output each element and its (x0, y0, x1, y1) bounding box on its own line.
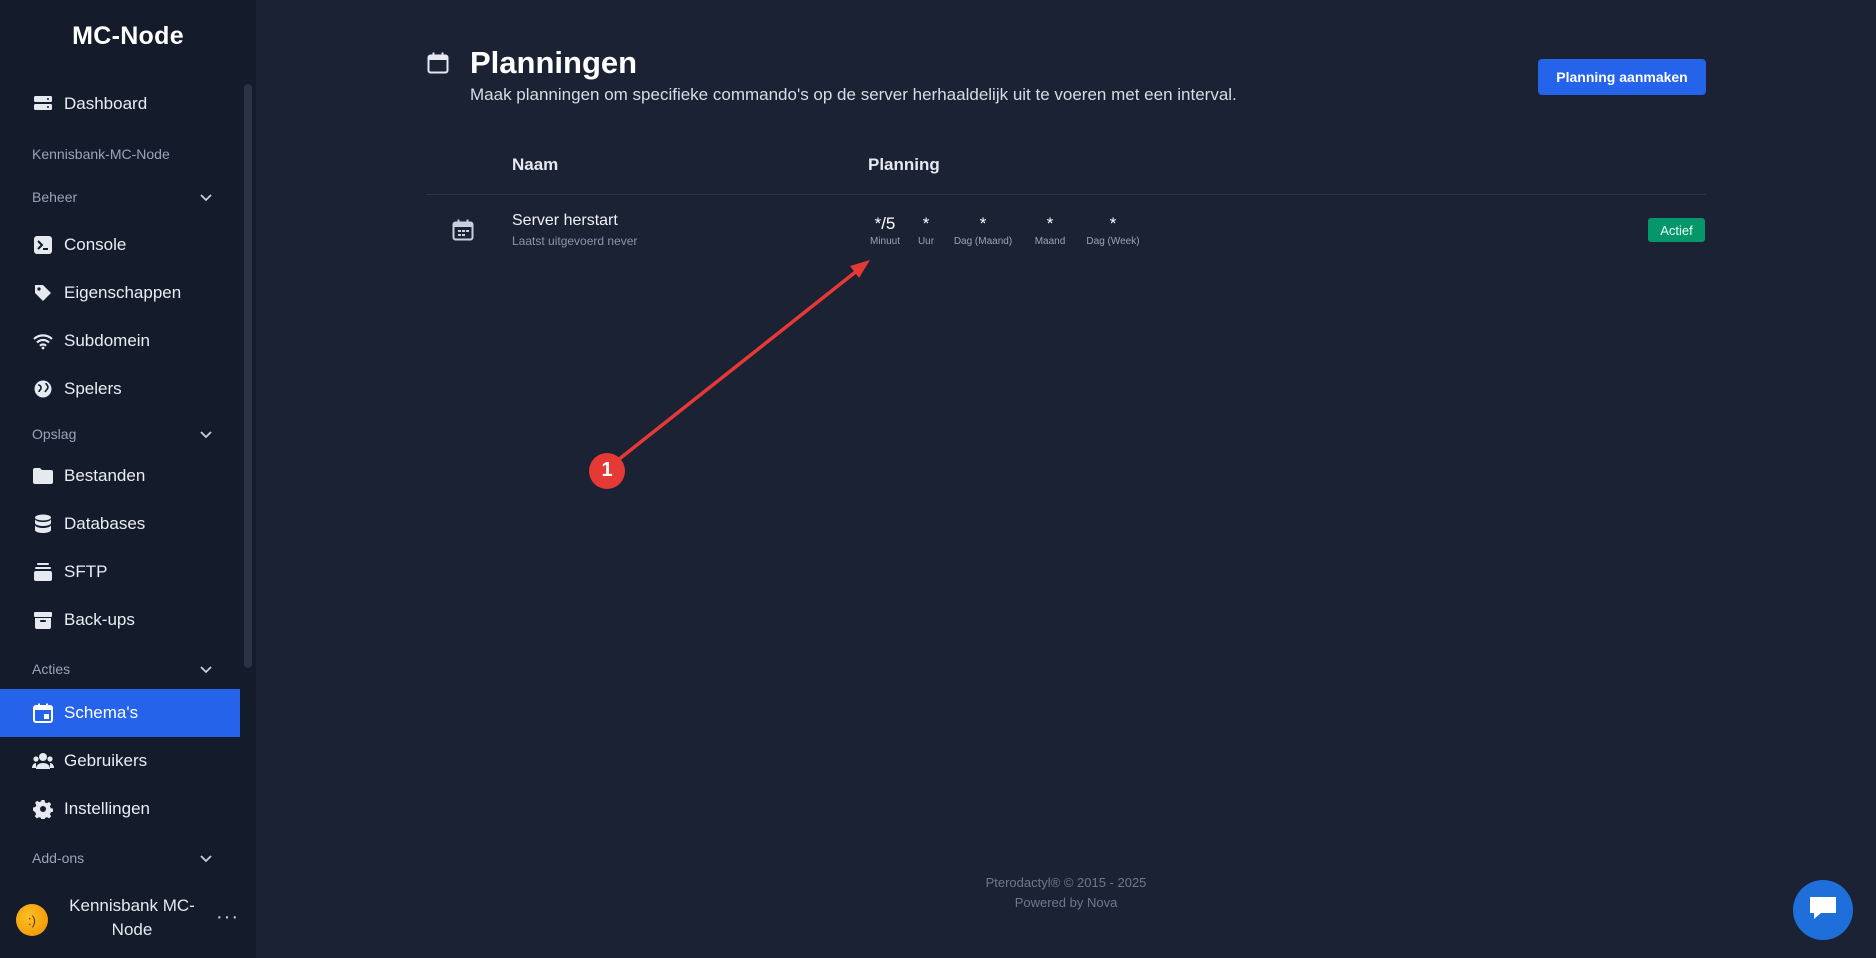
chat-button[interactable] (1793, 880, 1853, 940)
footer-powered-by: Powered by Nova (1014, 895, 1118, 910)
annotation-number: 1 (601, 459, 613, 481)
footer-copyright: Pterodactyl® © 2015 - 2025 (985, 875, 1147, 890)
chat-icon (1808, 894, 1838, 927)
annotation-arrow (589, 260, 870, 489)
